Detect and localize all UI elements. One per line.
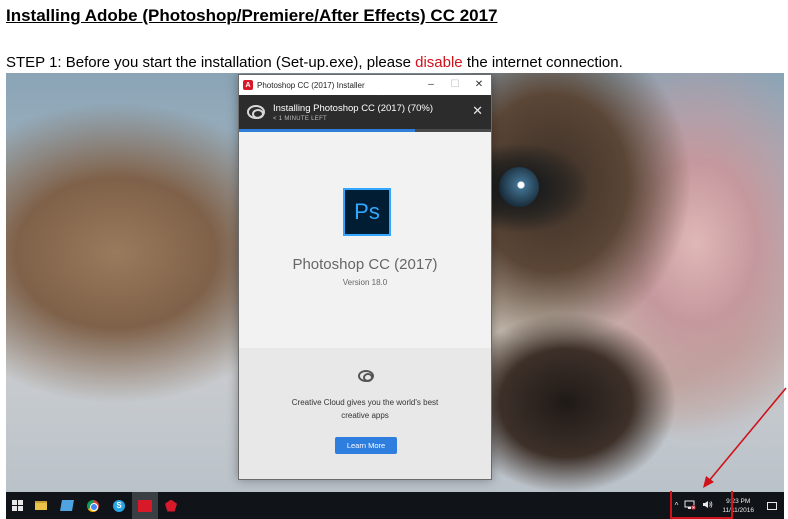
maximize-button[interactable]: ☐ bbox=[443, 75, 467, 95]
desktop-screenshot: A Photoshop CC (2017) Installer – ☐ ✕ In… bbox=[6, 73, 784, 519]
chrome-icon bbox=[87, 499, 99, 512]
taskbar-adobe-app[interactable] bbox=[158, 492, 184, 519]
creative-cloud-logo-icon bbox=[358, 370, 374, 382]
file-explorer-icon bbox=[35, 501, 47, 510]
taskbar-adobe-cc[interactable] bbox=[132, 492, 158, 519]
window-title: Photoshop CC (2017) Installer bbox=[257, 80, 365, 90]
progress-header: Installing Photoshop CC (2017) (70%) < 1… bbox=[239, 95, 491, 129]
step-instruction: STEP 1: Before you start the installatio… bbox=[6, 54, 623, 71]
step-text-end: the internet connection. bbox=[462, 54, 623, 71]
skype-icon: S bbox=[113, 499, 125, 512]
wallpaper-cat-eye bbox=[499, 167, 539, 207]
product-panel: Ps Photoshop CC (2017) Version 18.0 bbox=[239, 132, 491, 348]
progress-title: Installing Photoshop CC (2017) (70%) bbox=[273, 102, 434, 114]
windows-start-button[interactable] bbox=[6, 492, 28, 519]
promo-panel: Creative Cloud gives you the world's bes… bbox=[239, 348, 491, 479]
installer-titlebar[interactable]: A Photoshop CC (2017) Installer – ☐ ✕ bbox=[239, 75, 491, 95]
product-version: Version 18.0 bbox=[342, 278, 388, 287]
minimize-button[interactable]: – bbox=[419, 75, 443, 95]
windows-logo-icon bbox=[11, 500, 23, 511]
taskbar-edge[interactable] bbox=[54, 492, 80, 519]
promo-text: Creative Cloud gives you the world's bes… bbox=[291, 398, 439, 420]
taskbar-chrome[interactable] bbox=[80, 492, 106, 519]
photoshop-logo-icon: Ps bbox=[343, 188, 391, 236]
installer-window: A Photoshop CC (2017) Installer – ☐ ✕ In… bbox=[238, 74, 492, 480]
product-name: Photoshop CC (2017) bbox=[292, 256, 438, 273]
adobe-app-icon: A bbox=[243, 80, 253, 90]
progress-close-icon[interactable]: ✕ bbox=[472, 104, 483, 118]
creative-cloud-icon bbox=[247, 105, 265, 119]
notification-icon bbox=[767, 501, 777, 510]
adobe-cc-icon bbox=[138, 499, 152, 512]
time-remaining: < 1 MINUTE LEFT bbox=[273, 115, 328, 122]
edge-icon bbox=[60, 500, 74, 511]
taskbar-skype[interactable]: S bbox=[106, 492, 132, 519]
close-button[interactable]: ✕ bbox=[467, 75, 491, 95]
adobe-app-icon bbox=[165, 499, 177, 512]
step-text-start: STEP 1: Before you start the installatio… bbox=[6, 54, 416, 71]
taskbar-file-explorer[interactable] bbox=[28, 492, 54, 519]
annotation-highlight-box bbox=[670, 491, 733, 519]
document-title: Installing Adobe (Photoshop/Premiere/Aft… bbox=[6, 6, 498, 25]
action-center-button[interactable] bbox=[760, 492, 784, 519]
learn-more-button[interactable]: Learn More bbox=[335, 437, 397, 454]
taskbar: S ^ 9:23 PM 11/11/2016 bbox=[6, 492, 784, 519]
step-highlight: disable bbox=[415, 54, 463, 71]
